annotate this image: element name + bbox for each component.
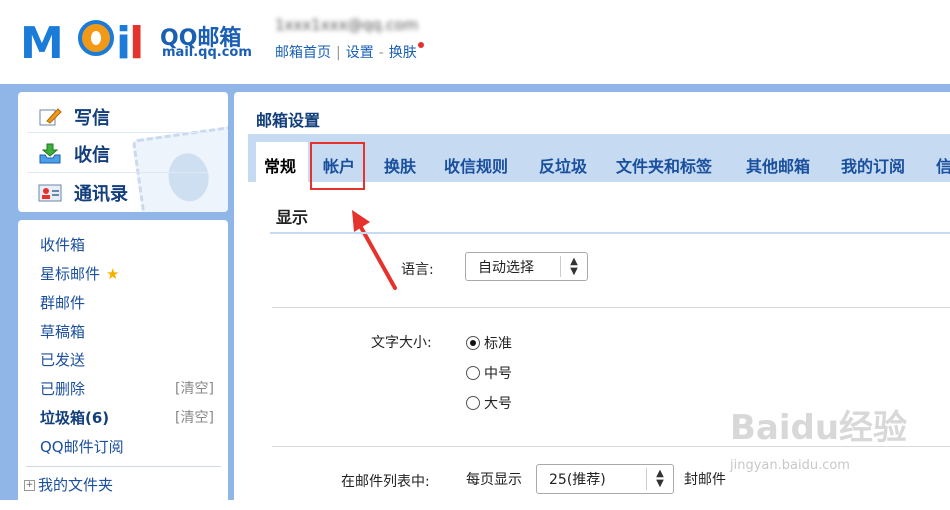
star-icon: ★ [106, 265, 120, 283]
quick-actions-panel: 写信 收信 通讯录 [18, 92, 228, 212]
tab-skin[interactable]: 换肤 [384, 153, 416, 177]
language-select[interactable]: 自动选择 ▲ ▼ [465, 252, 588, 281]
folder-drafts[interactable]: 草稿箱 [40, 321, 85, 342]
skin-link[interactable]: 换肤 [389, 45, 417, 61]
divider [26, 466, 221, 467]
page-title: 邮箱设置 [256, 111, 321, 130]
font-size-standard-radio[interactable]: 标准 [466, 333, 512, 353]
folder-starred[interactable]: 星标邮件 ★ [40, 263, 119, 284]
mail-list-label: 在邮件列表中: [341, 474, 430, 490]
empty-spam-button[interactable]: [清空] [175, 407, 214, 427]
folder-list-panel: 收件箱 星标邮件 ★ 群邮件 草稿箱 已发送 已删除 [清空] 垃圾箱(6) [清… [18, 220, 228, 510]
font-size-medium-label: 中号 [484, 366, 512, 382]
contacts-button[interactable]: 通讯录 [38, 180, 128, 206]
per-page-value: 25(推荐) [549, 472, 606, 488]
font-size-standard-label: 标准 [484, 336, 512, 352]
tab-my-subscriptions[interactable]: 我的订阅 [841, 153, 905, 177]
tab-folders-labels[interactable]: 文件夹和标签 [616, 153, 712, 177]
compose-icon [38, 106, 62, 128]
contacts-label: 通讯录 [74, 184, 128, 205]
select-arrows-icon: ▲ ▼ [646, 468, 673, 490]
top-links: 邮箱首页 | 设置 - 换肤 [275, 42, 424, 62]
folder-spam[interactable]: 垃圾箱(6) [40, 407, 109, 428]
logo-letters-il: il [116, 18, 144, 69]
qq-penguin-logo-icon [78, 20, 114, 56]
section-divider [270, 232, 950, 234]
folder-inbox[interactable]: 收件箱 [40, 234, 85, 255]
font-size-large-label: 大号 [484, 396, 512, 412]
notification-dot-icon [417, 42, 424, 48]
receive-button[interactable]: 收信 [38, 141, 110, 167]
compose-button[interactable]: 写信 [38, 104, 110, 130]
compose-label: 写信 [74, 108, 110, 129]
tab-mail-rules[interactable]: 收信规则 [444, 153, 508, 177]
font-size-medium-radio[interactable]: 中号 [466, 363, 512, 383]
radio-checked-icon [466, 336, 480, 350]
baidu-watermark: Baidu经验 [730, 408, 908, 448]
settings-link[interactable]: 设置 [346, 45, 374, 61]
folder-qq-subscription[interactable]: QQ邮件订阅 [40, 436, 124, 457]
row-divider [272, 307, 950, 308]
brand-domain: mail.qq.com [162, 45, 252, 60]
folder-group-mail[interactable]: 群邮件 [40, 292, 85, 313]
select-arrows-icon: ▲ ▼ [560, 256, 587, 277]
tab-antispam[interactable]: 反垃圾 [539, 153, 587, 177]
link-separator: | [336, 45, 341, 61]
language-value: 自动选择 [478, 259, 534, 276]
language-label: 语言: [401, 262, 434, 278]
my-folders-label: 我的文件夹 [38, 476, 114, 494]
font-size-large-radio[interactable]: 大号 [466, 393, 512, 413]
per-page-select[interactable]: 25(推荐) ▲ ▼ [536, 464, 674, 494]
folder-deleted[interactable]: 已删除 [40, 378, 85, 399]
radio-unchecked-icon [466, 366, 480, 380]
per-page-suffix: 封邮件 [684, 472, 726, 488]
per-page-prefix: 每页显示 [466, 472, 522, 488]
home-link[interactable]: 邮箱首页 [275, 45, 331, 61]
divider [28, 172, 208, 173]
stamp-decoration-icon [131, 125, 228, 212]
highlight-box [310, 142, 365, 190]
my-folders-toggle[interactable]: + 我的文件夹 [24, 474, 113, 495]
divider [28, 132, 208, 133]
folder-sent[interactable]: 已发送 [40, 349, 85, 370]
top-header [0, 0, 950, 88]
folder-starred-label: 星标邮件 [40, 265, 101, 283]
annotation-arrow-icon [352, 210, 397, 290]
radio-unchecked-icon [466, 396, 480, 410]
tab-general[interactable]: 常规 [264, 153, 296, 177]
receive-label: 收信 [74, 145, 110, 166]
tab-overflow[interactable]: 信 [936, 153, 950, 177]
contacts-icon [38, 182, 62, 204]
inbox-download-icon [38, 143, 62, 165]
expand-plus-icon: + [24, 480, 35, 491]
empty-deleted-button[interactable]: [清空] [175, 378, 214, 398]
logo-letter-m: M [20, 18, 64, 69]
section-title: 显示 [276, 208, 309, 227]
tab-other-mailboxes[interactable]: 其他邮箱 [746, 153, 810, 177]
font-size-label: 文字大小: [371, 335, 432, 351]
account-address: 1xxx1xxx@qq.com [275, 16, 419, 34]
link-separator: - [378, 45, 384, 61]
baidu-watermark-url: jingyan.baidu.com [730, 458, 850, 473]
